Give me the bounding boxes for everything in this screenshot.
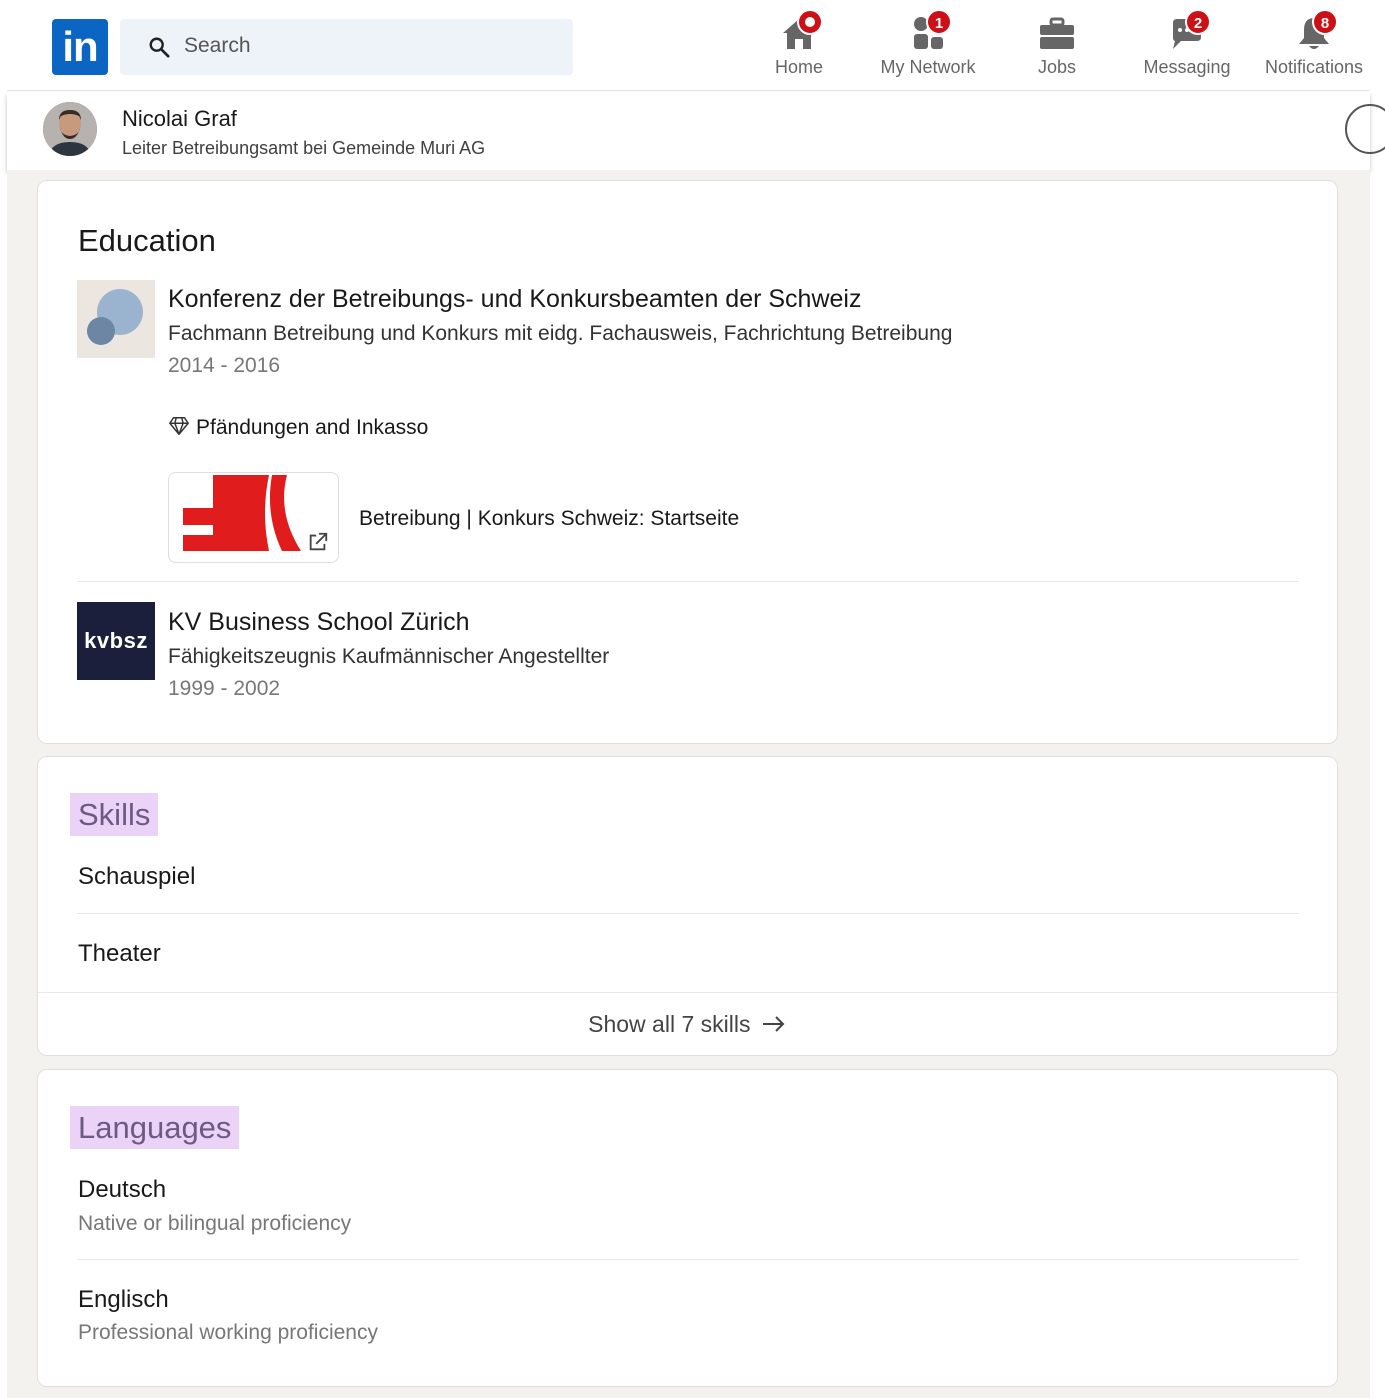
languages-card: Languages Deutsch Native or bilingual pr…: [37, 1069, 1338, 1387]
home-notification-dot: [797, 9, 823, 35]
external-link-icon: [309, 532, 328, 551]
diamond-icon: [169, 417, 189, 435]
search-placeholder: Search: [184, 34, 251, 57]
languages-title: Languages: [70, 1106, 240, 1149]
media-title[interactable]: Betreibung | Konkurs Schweiz: Startseite: [359, 507, 739, 531]
nav-notifications[interactable]: 8 Notifications: [1261, 9, 1367, 85]
show-all-skills-label: Show all 7 skills: [588, 1011, 751, 1037]
profile-photo-icon: [43, 102, 97, 156]
avatar[interactable]: [43, 102, 97, 156]
language-item-1-proficiency: Native or bilingual proficiency: [78, 1212, 352, 1235]
search-input[interactable]: Search: [120, 19, 573, 75]
skills-title: Skills: [70, 793, 159, 836]
nav-jobs[interactable]: Jobs: [1027, 13, 1087, 85]
education-degree-2: Fähigkeitszeugnis Kaufmännischer Angeste…: [168, 645, 610, 668]
notifications-badge: 8: [1312, 9, 1338, 35]
nav-home[interactable]: Home: [769, 9, 829, 85]
media-thumbnail[interactable]: [168, 472, 339, 563]
skills-card: Skills Schauspiel Theater Show all 7 ski…: [37, 756, 1338, 1056]
profile-sticky-bar: Nicolai Graf Leiter Betreibungsamt bei G…: [7, 92, 1385, 170]
education-dates-2: 1999 - 2002: [168, 677, 281, 700]
messaging-badge: 2: [1185, 9, 1211, 35]
skills-title-text: Skills: [70, 793, 159, 836]
language-item-1-name: Deutsch: [78, 1176, 167, 1203]
profile-headline: Leiter Betreibungsamt bei Gemeinde Muri …: [122, 138, 486, 158]
nav-home-label: Home: [774, 57, 823, 77]
circles-logo-icon: [87, 289, 143, 345]
nav-jobs-label: Jobs: [1037, 57, 1077, 77]
education-school-2[interactable]: KV Business School Zürich: [168, 608, 470, 637]
linkedin-logo[interactable]: in: [52, 19, 108, 75]
profile-name: Nicolai Graf: [122, 106, 237, 131]
education-degree-1: Fachmann Betreibung und Konkurs mit eidg…: [168, 322, 953, 345]
nav-messaging[interactable]: 2 Messaging: [1139, 9, 1235, 85]
more-button[interactable]: [1345, 104, 1385, 154]
nav-notifications-label: Notifications: [1264, 57, 1364, 77]
education-dates-1: 2014 - 2016: [168, 354, 281, 377]
search-icon: [149, 37, 170, 58]
school-logo-konferenz[interactable]: [77, 280, 155, 358]
nav-my-network[interactable]: 1 My Network: [873, 9, 983, 85]
languages-title-text: Languages: [70, 1106, 240, 1149]
education-skill-1[interactable]: Pfändungen and Inkasso: [168, 415, 428, 440]
divider: [77, 913, 1299, 914]
briefcase-icon: [1040, 17, 1074, 49]
divider: [77, 1259, 1299, 1260]
nav-messaging-label: Messaging: [1143, 57, 1231, 77]
network-badge: 1: [926, 9, 952, 35]
skill-item-1[interactable]: Schauspiel: [78, 863, 195, 891]
divider: [77, 581, 1299, 582]
nav-my-network-label: My Network: [880, 57, 976, 77]
education-school-1[interactable]: Konferenz der Betreibungs- und Konkursbe…: [168, 285, 861, 314]
arrow-right-icon: [762, 1016, 785, 1032]
top-navigation: in Search Home 1 My Network Jobs 2 Messa…: [7, 5, 1370, 91]
show-all-skills-button[interactable]: Show all 7 skills: [38, 993, 1337, 1055]
language-item-2-name: Englisch: [78, 1286, 169, 1313]
education-card: Education Konferenz der Betreibungs- und…: [37, 180, 1338, 744]
language-item-2-proficiency: Professional working proficiency: [78, 1321, 378, 1344]
education-title: Education: [78, 223, 216, 258]
skill-item-2[interactable]: Theater: [78, 940, 161, 968]
school-logo-kvbsz[interactable]: kvbsz: [77, 602, 155, 680]
education-skill-label: Pfändungen and Inkasso: [196, 416, 429, 439]
